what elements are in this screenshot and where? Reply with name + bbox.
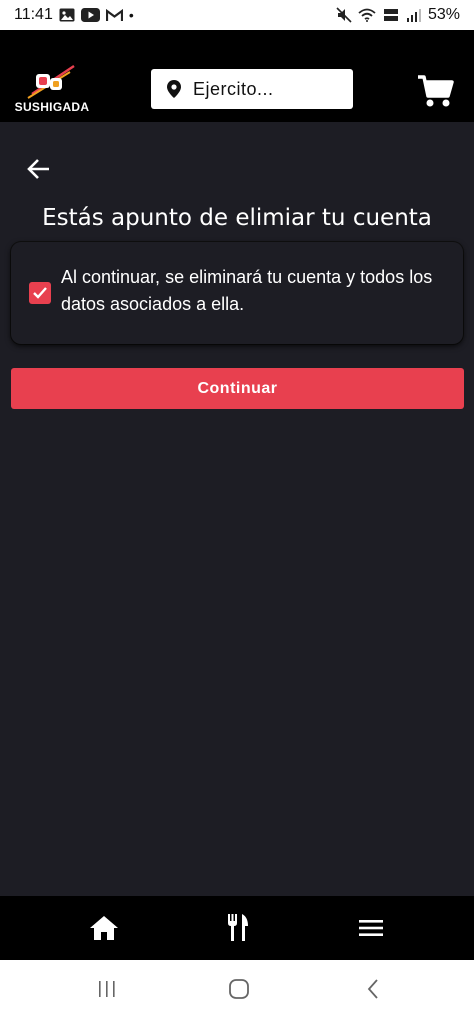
page-title: Estás apunto de elimiar tu cuenta [42,205,432,231]
recent-apps-icon [99,981,115,997]
check-icon [33,287,47,299]
gmail-icon [105,8,123,22]
back-button[interactable] [26,156,52,182]
continue-button[interactable]: Continuar [11,368,464,409]
status-right: 53% [336,6,460,24]
arrow-left-icon [27,159,49,179]
confirmation-card: Al continuar, se eliminará tu cuenta y t… [11,242,463,344]
mute-icon [336,7,352,23]
location-label: Ejercito... [193,78,274,99]
map-pin-icon [167,80,181,98]
back-system-button[interactable] [358,976,388,1002]
recent-apps-button[interactable] [92,976,122,1002]
chevron-left-icon [367,979,378,999]
volte-icon [382,8,400,22]
nav-hamburger[interactable] [355,912,387,944]
status-time: 11:41 [14,6,53,23]
confirm-checkbox[interactable] [29,282,51,304]
home-system-button[interactable] [224,976,254,1002]
wifi-icon [358,8,376,22]
signal-icon [406,8,422,22]
status-bar: 11:41 • 53% [0,0,474,30]
status-dot: • [128,7,134,23]
menu-icon [359,920,383,936]
location-selector-button[interactable]: Ejercito... [151,69,353,109]
nav-home[interactable] [88,912,120,944]
app-header: SUSHIGADA Ejercito... [0,30,474,122]
battery-level: 53% [427,6,460,23]
youtube-icon [80,8,100,22]
logo-text: SUSHIGADA [14,100,90,114]
gallery-icon [59,8,75,22]
nav-menu-food[interactable] [222,912,254,944]
home-icon [90,916,118,940]
bottom-nav [0,896,474,960]
cart-icon [418,75,454,107]
home-circle-icon [229,979,249,999]
status-left: 11:41 • [14,6,134,24]
confirmation-text: Al continuar, se eliminará tu cuenta y t… [61,267,433,314]
sushigada-logo[interactable]: SUSHIGADA [14,64,90,114]
utensils-icon [228,914,248,941]
cart-button[interactable] [418,74,454,108]
sushi-logo-icon [27,64,75,99]
system-nav-bar [0,960,474,1016]
